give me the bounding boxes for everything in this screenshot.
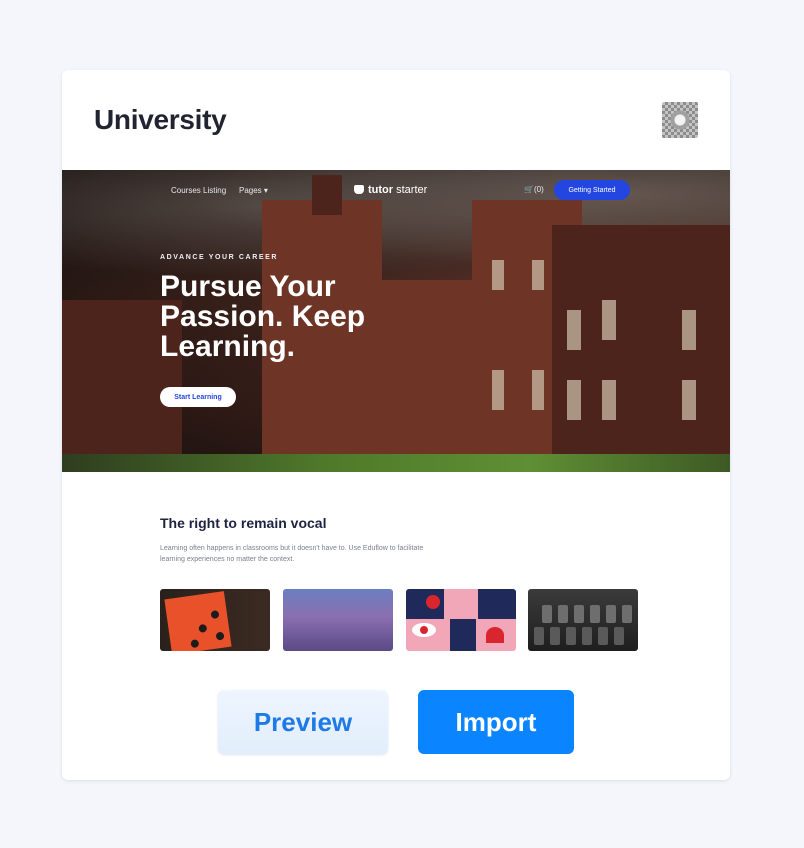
thumbnail-illustration [406,589,516,651]
template-card: University Courses Listing Pages ▾ tutor… [62,70,730,780]
window [567,380,581,420]
thumbnail-red-book [160,589,270,651]
card-actions: Preview Import [62,690,730,754]
window [492,370,504,410]
getting-started-button[interactable]: Getting Started [554,180,630,200]
nav-link-courses[interactable]: Courses Listing [171,186,226,195]
window [492,260,504,290]
cart-link[interactable]: 🛒(0) [524,185,544,194]
window [567,310,581,350]
card-title: University [94,104,227,135]
window [602,380,616,420]
brand-logo[interactable]: tutor starter [354,184,427,196]
import-button[interactable]: Import [418,690,574,754]
book-shape [164,591,232,651]
section-text: Learning often happens in classrooms but… [160,545,424,563]
nav-link-pages[interactable]: Pages ▾ [239,186,268,195]
gear-icon[interactable] [662,102,698,138]
window [532,260,544,290]
window [532,370,544,410]
window [682,310,696,350]
tower-spire [312,175,342,215]
thumbnail-seats [528,589,638,651]
preview-button[interactable]: Preview [218,690,388,754]
start-learning-button[interactable]: Start Learning [160,387,236,407]
window [682,380,696,420]
hero-eyebrow: ADVANCE YOUR CAREER [160,254,279,261]
brand-name-bold: tutor [368,184,394,196]
owl-logo-icon [354,185,364,194]
window [602,300,616,340]
hero-title: Pursue Your Passion. Keep Learning. [160,270,366,363]
thumbnail-library [283,589,393,651]
template-preview-image: Courses Listing Pages ▾ tutor starter 🛒(… [62,170,730,670]
lawn [62,454,730,472]
brand-name-rest: starter [393,184,428,196]
section-title: The right to remain vocal [160,515,327,531]
hero-banner: Courses Listing Pages ▾ tutor starter 🛒(… [62,170,730,472]
